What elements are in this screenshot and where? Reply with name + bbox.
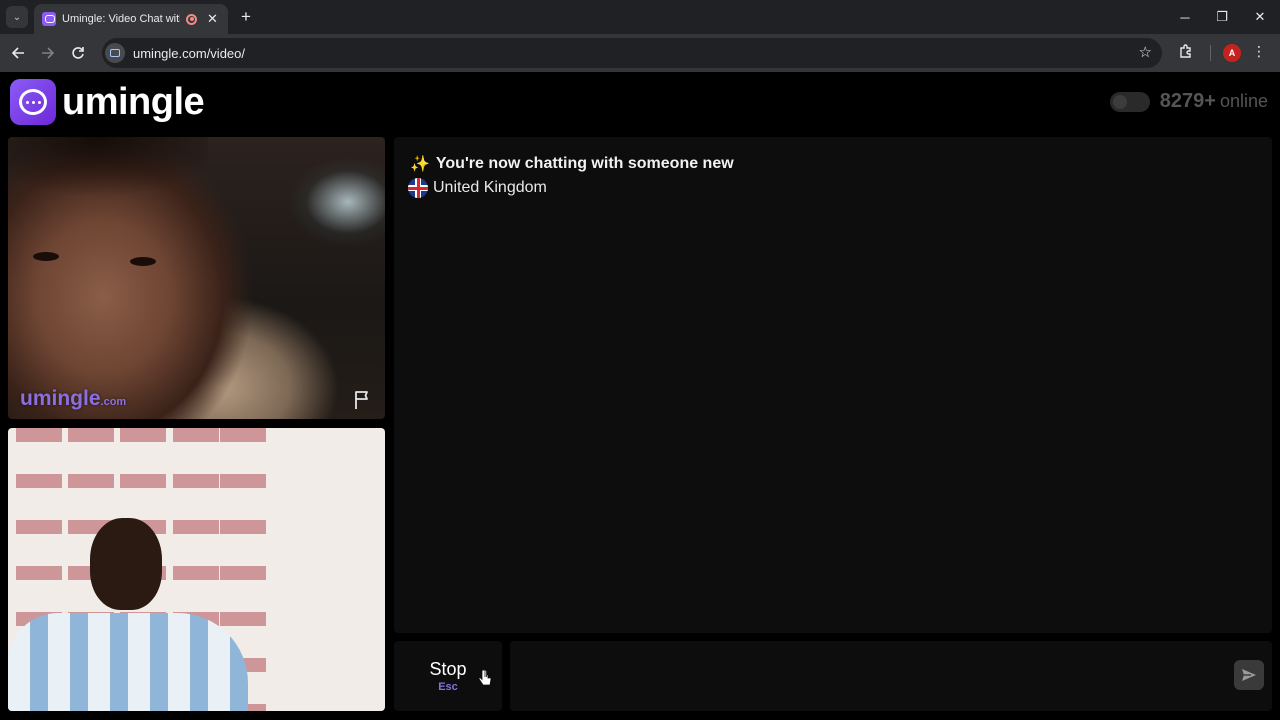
stop-shortcut: Esc [438,681,458,693]
page-content: umingle 8279+ online umingle.com ✨ You'r… [0,72,1280,720]
country-name: United Kingdom [433,179,547,196]
status-text: You're now chatting with someone new [435,155,734,172]
restore-button[interactable]: ❐ [1208,6,1236,28]
recording-indicator-icon [186,13,197,25]
hand-cursor-icon [478,669,492,686]
self-video [8,428,385,711]
close-window-button[interactable]: ✕ [1246,6,1274,28]
address-bar[interactable]: umingle.com/video/ ☆ [102,38,1162,68]
stop-label: Stop [429,659,467,679]
browser-menu-icon[interactable]: ⋮ [1252,43,1266,60]
toolbar-divider [1210,45,1211,61]
browser-toolbar: umingle.com/video/ ☆ A ⋮ [0,34,1280,72]
logo-wordmark: umingle [62,80,205,123]
extensions-icon[interactable] [1178,43,1194,63]
minimize-button[interactable]: ─ [1171,6,1199,28]
site-logo[interactable]: umingle [10,79,205,125]
message-input[interactable] [510,641,1272,711]
watermark-tld: .com [100,396,127,408]
forward-arrow-icon[interactable] [37,42,59,64]
bookmark-star-icon[interactable]: ☆ [1139,43,1152,61]
browser-tab[interactable]: Umingle: Video Chat with Strangers ✕ [34,4,228,34]
tab-close-icon[interactable]: ✕ [207,11,218,27]
report-flag-icon[interactable] [352,389,374,411]
chat-country: United Kingdom [408,178,547,198]
sparkles-icon: ✨ [410,156,430,173]
chat-status-message: ✨ You're now chatting with someone new [410,154,734,174]
online-toggle[interactable] [1109,91,1150,112]
profile-avatar[interactable]: A [1223,44,1241,62]
site-info-icon[interactable] [105,43,125,63]
reload-icon[interactable] [67,42,89,64]
tab-title: Umingle: Video Chat with Strangers [62,13,180,25]
uk-flag-icon [408,178,428,198]
send-icon [1242,669,1256,681]
online-count: 8279+ [1159,90,1216,112]
online-label: online [1219,91,1268,111]
chat-bubble-icon [10,79,56,125]
stranger-video: umingle.com [8,137,385,419]
send-button[interactable] [1234,660,1264,690]
umingle-favicon-icon [42,12,56,26]
new-tab-button[interactable]: + [236,7,256,27]
back-arrow-icon[interactable] [7,42,29,64]
tab-search-button[interactable]: ⌄ [6,6,28,28]
watermark-brand: umingle [20,387,101,410]
chat-panel: ✨ You're now chatting with someone new U… [394,137,1272,633]
browser-tab-bar: ⌄ Umingle: Video Chat with Strangers ✕ +… [0,0,1280,34]
video-watermark: umingle.com [20,387,126,411]
url-text[interactable]: umingle.com/video/ [133,46,245,61]
online-counter: 8279+ online [1109,90,1268,113]
